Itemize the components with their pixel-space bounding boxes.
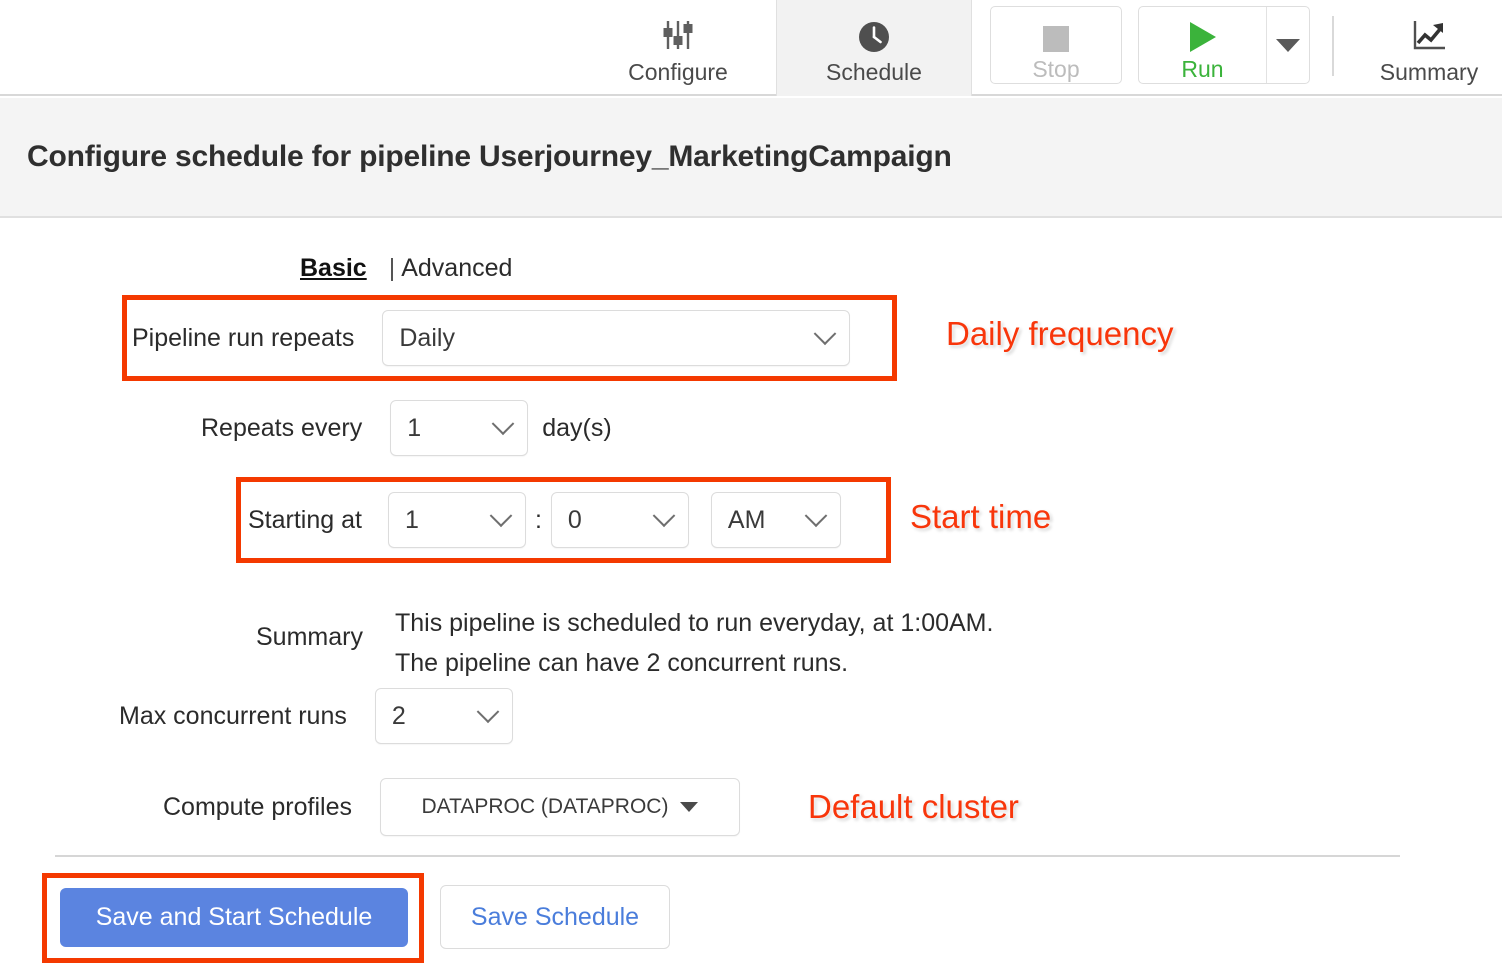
annotation-daily-frequency: Daily frequency <box>946 315 1173 353</box>
stop-square-icon <box>1043 10 1069 52</box>
row-max-concurrent-runs: Max concurrent runs 2 <box>119 688 513 744</box>
run-button[interactable]: Run <box>1139 7 1267 83</box>
run-dropdown-button[interactable] <box>1267 7 1309 83</box>
pipeline-run-repeats-value: Daily <box>399 324 807 353</box>
tab-separator: | <box>389 254 396 282</box>
top-toolbar: Configure Schedule Stop Run <box>0 0 1502 96</box>
caret-down-icon <box>680 802 698 812</box>
run-button-group: Run <box>1138 6 1310 84</box>
section-divider <box>55 855 1400 857</box>
repeats-every-suffix: day(s) <box>542 414 611 443</box>
pipeline-run-repeats-select[interactable]: Daily <box>382 310 850 366</box>
save-schedule-button[interactable]: Save Schedule <box>440 885 670 949</box>
summary-line-1: This pipeline is scheduled to run everyd… <box>395 603 993 643</box>
page-title: Configure schedule for pipeline Userjour… <box>27 140 952 174</box>
annotation-default-cluster: Default cluster <box>808 788 1019 826</box>
max-concurrent-runs-select[interactable]: 2 <box>375 688 513 744</box>
starting-at-minute-select[interactable]: 0 <box>551 492 689 548</box>
stop-button-label: Stop <box>1032 58 1079 81</box>
chevron-down-icon <box>653 504 676 527</box>
starting-at-hour-select[interactable]: 1 <box>388 492 526 548</box>
chevron-down-icon <box>477 700 500 723</box>
max-concurrent-runs-label: Max concurrent runs <box>119 702 347 731</box>
summary-line-2: The pipeline can have 2 concurrent runs. <box>395 643 993 683</box>
starting-at-label: Starting at <box>248 506 362 535</box>
compute-profiles-value: DATAPROC (DATAPROC) <box>422 795 669 819</box>
max-concurrent-runs-value: 2 <box>392 702 470 731</box>
row-summary: Summary This pipeline is scheduled to ru… <box>256 603 993 683</box>
annotation-start-time: Start time <box>910 498 1051 536</box>
line-chart-icon <box>1409 13 1449 55</box>
chevron-down-icon <box>490 504 513 527</box>
compute-profiles-label: Compute profiles <box>163 793 352 822</box>
tab-advanced[interactable]: Advanced <box>401 254 512 282</box>
tab-configure-label: Configure <box>628 61 728 84</box>
starting-at-meridiem-select[interactable]: AM <box>711 492 841 548</box>
chevron-down-icon <box>492 412 515 435</box>
chevron-down-icon <box>814 322 837 345</box>
starting-at-minute-value: 0 <box>568 506 646 535</box>
row-starting-at: Starting at 1 : 0 AM <box>248 492 841 548</box>
save-and-start-schedule-button[interactable]: Save and Start Schedule <box>60 888 408 947</box>
app-root: Configure Schedule Stop Run <box>0 0 1502 974</box>
play-triangle-icon <box>1190 10 1216 52</box>
repeats-every-label: Repeats every <box>201 414 362 443</box>
tab-summary[interactable]: Summary <box>1356 0 1502 96</box>
page-header: Configure schedule for pipeline Userjour… <box>0 98 1502 218</box>
chevron-down-icon <box>805 504 828 527</box>
tab-summary-label: Summary <box>1380 61 1478 84</box>
stop-button[interactable]: Stop <box>990 6 1122 84</box>
row-pipeline-run-repeats: Pipeline run repeats Daily <box>132 310 850 366</box>
repeats-every-select[interactable]: 1 <box>390 400 528 456</box>
mode-tabs: Basic |Advanced <box>300 254 512 283</box>
run-button-label: Run <box>1181 58 1223 81</box>
sliders-icon <box>658 13 698 55</box>
tab-configure[interactable]: Configure <box>580 0 776 96</box>
tab-schedule-label: Schedule <box>826 61 922 84</box>
repeats-every-value: 1 <box>407 414 485 443</box>
clock-icon <box>856 13 892 55</box>
starting-at-meridiem-value: AM <box>728 506 798 535</box>
pipeline-run-repeats-label: Pipeline run repeats <box>132 324 354 353</box>
summary-label: Summary <box>256 623 363 652</box>
toolbar-divider <box>1332 16 1334 76</box>
row-compute-profiles: Compute profiles DATAPROC (DATAPROC) <box>163 778 740 836</box>
tab-basic[interactable]: Basic <box>300 254 367 282</box>
compute-profiles-select[interactable]: DATAPROC (DATAPROC) <box>380 778 740 836</box>
row-repeats-every: Repeats every 1 day(s) <box>201 400 612 456</box>
caret-down-icon <box>1276 39 1300 52</box>
time-colon: : <box>535 506 542 535</box>
tab-schedule[interactable]: Schedule <box>776 0 972 96</box>
starting-at-hour-value: 1 <box>405 506 483 535</box>
